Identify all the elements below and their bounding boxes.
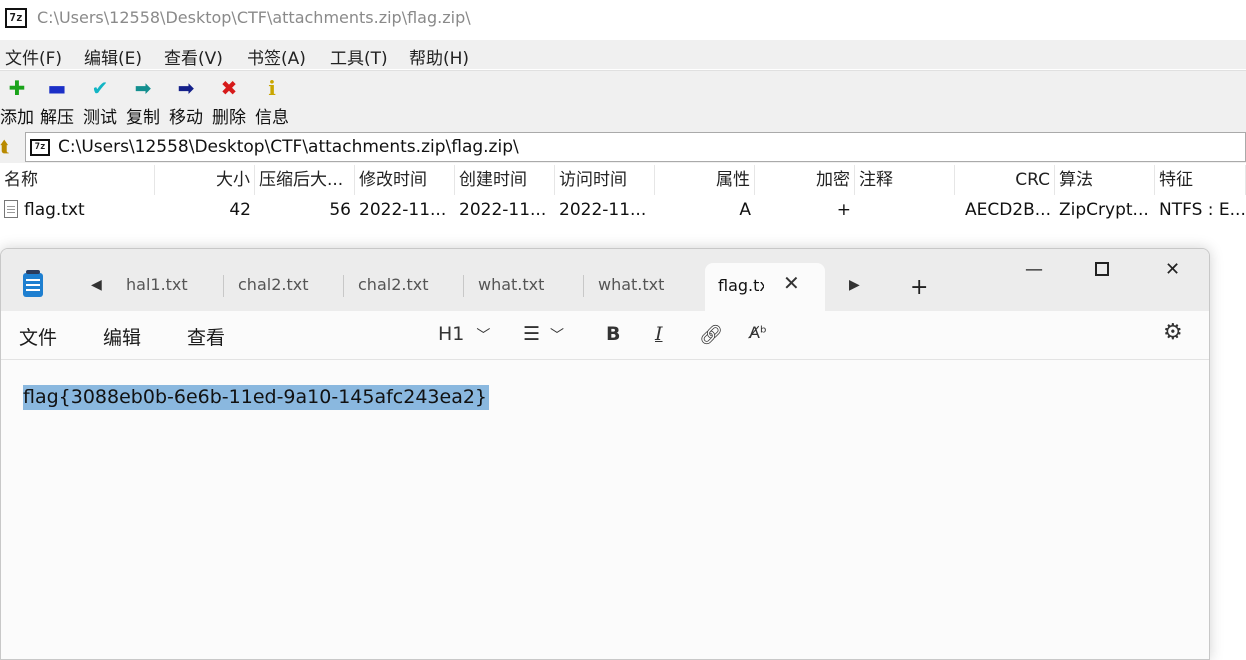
list-dropdown[interactable]: ☰ ﹀ [523, 323, 564, 345]
folder-up-icon[interactable]: ⮬ [0, 137, 10, 157]
sevenzip-logo-icon: 7z [5, 8, 27, 28]
sevenzip-address-bar: ⮬ 7z C:\Users\12558\Desktop\CTF\attachme… [0, 131, 1246, 163]
notepad-window: ◀ hal1.txt chal2.txt chal2.txt what.txt … [0, 248, 1210, 660]
extract-minus-icon: ▬ [47, 76, 67, 100]
file-name: flag.txt [24, 200, 85, 220]
delete-button[interactable]: ✖ 删除 [208, 75, 250, 131]
menu-file[interactable]: 文件(F) [5, 44, 62, 69]
tab-divider [343, 275, 344, 297]
info-label: 信息 [255, 108, 289, 128]
tab-chal2-a[interactable]: chal2.txt [238, 275, 308, 299]
chevron-down-icon: ﹀ [476, 328, 491, 344]
address-field[interactable]: 7z C:\Users\12558\Desktop\CTF\attachment… [25, 132, 1246, 162]
address-archive-icon: 7z [30, 139, 50, 156]
cell-size: 42 [229, 200, 251, 220]
new-tab-plus-icon[interactable]: + [910, 275, 928, 300]
column-modified[interactable]: 修改时间 [355, 165, 455, 195]
menu-edit[interactable]: 编辑(E) [84, 44, 142, 69]
notepad-menu-edit[interactable]: 编辑 [103, 323, 141, 350]
tab-divider [463, 275, 464, 297]
cell-created: 2022-11... [459, 200, 547, 220]
column-packed-size[interactable]: 压缩后大... [255, 165, 355, 195]
test-check-icon: ✔ [91, 76, 109, 100]
window-close-icon[interactable]: ✕ [1165, 259, 1180, 280]
column-attributes[interactable]: 属性 [655, 165, 755, 195]
column-method[interactable]: 算法 [1055, 165, 1155, 195]
column-accessed[interactable]: 访问时间 [555, 165, 655, 195]
tab-scroll-left-icon[interactable]: ◀ [91, 277, 102, 293]
notepad-app-icon [23, 270, 43, 297]
column-encrypted[interactable]: 加密 [755, 165, 855, 195]
add-plus-icon: ✚ [8, 76, 26, 100]
tab-divider [223, 275, 224, 297]
gear-icon[interactable]: ⚙ [1163, 320, 1183, 345]
tab-what-b[interactable]: what.txt [598, 275, 664, 299]
italic-button[interactable]: I [655, 323, 663, 345]
move-button[interactable]: ➡ 移动 [165, 75, 207, 131]
column-size[interactable]: 大小 [155, 165, 255, 195]
tab-hal1[interactable]: hal1.txt [126, 275, 188, 299]
cell-name: flag.txt [0, 196, 155, 224]
extract-button[interactable]: ▬ 解压 [36, 75, 78, 131]
info-icon: i [268, 76, 276, 100]
bold-button[interactable]: B [606, 323, 620, 345]
minimize-icon[interactable]: — [1025, 259, 1043, 280]
tab-chal2-b[interactable]: chal2.txt [358, 275, 428, 299]
sevenzip-menu-bar: 文件(F) 编辑(E) 查看(V) 书签(A) 工具(T) 帮助(H) [0, 40, 1246, 69]
selected-text[interactable]: flag{3088eb0b-6e6b-11ed-9a10-145afc243ea… [23, 385, 490, 410]
cell-comment [855, 196, 955, 224]
cell-crc: AECD2B... [964, 200, 1051, 220]
tab-divider [583, 275, 584, 297]
sevenzip-toolbar: ✚ 添加 ▬ 解压 ✔ 测试 ➡ 复制 ➡ 移动 ✖ 删除 i 信息 [0, 70, 1246, 131]
notepad-tab-bar: ◀ hal1.txt chal2.txt chal2.txt what.txt … [1, 249, 1209, 311]
cell-characteristics: NTFS : E... [1159, 200, 1246, 220]
menu-view[interactable]: 查看(V) [164, 44, 223, 69]
copy-button[interactable]: ➡ 复制 [122, 75, 164, 131]
test-button[interactable]: ✔ 测试 [79, 75, 121, 131]
tab-what-a[interactable]: what.txt [478, 275, 544, 299]
column-crc[interactable]: CRC [955, 165, 1055, 195]
text-file-icon [4, 200, 18, 218]
move-arrow-icon: ➡ [177, 76, 195, 100]
tab-scroll-right-icon[interactable]: ▶ [849, 277, 860, 293]
info-button[interactable]: i 信息 [251, 75, 293, 131]
address-path: C:\Users\12558\Desktop\CTF\attachments.z… [58, 137, 519, 157]
cell-method: ZipCrypt... [1059, 200, 1149, 220]
heading-dropdown[interactable]: H1 ﹀ [438, 323, 490, 345]
list-icon: ☰ [523, 323, 541, 345]
menu-bookmarks[interactable]: 书签(A) [247, 44, 306, 69]
notepad-menu-file[interactable]: 文件 [19, 323, 57, 350]
notepad-editor[interactable]: flag{3088eb0b-6e6b-11ed-9a10-145afc243ea… [1, 360, 1209, 659]
cell-attributes: A [739, 200, 751, 220]
table-row[interactable]: flag.txt 42 56 2022-11... 2022-11... 202… [0, 196, 1246, 224]
column-name[interactable]: 名称 [0, 165, 155, 195]
active-tab-label: flag.txt [718, 276, 764, 295]
sevenzip-window-title: C:\Users\12558\Desktop\CTF\attachments.z… [37, 8, 471, 27]
column-created[interactable]: 创建时间 [455, 165, 555, 195]
copy-arrow-icon: ➡ [134, 76, 152, 100]
link-icon[interactable]: 🔗︎ [699, 323, 723, 346]
cell-accessed: 2022-11... [559, 200, 647, 220]
chevron-down-icon: ﹀ [550, 328, 565, 344]
column-characteristics[interactable]: 特征 [1155, 165, 1246, 195]
cell-modified: 2022-11... [359, 200, 447, 220]
menu-help[interactable]: 帮助(H) [409, 44, 469, 69]
tab-flag-active[interactable]: flag.txt ✕ [705, 263, 825, 311]
delete-x-icon: ✖ [220, 76, 238, 100]
cell-encrypted: + [836, 200, 851, 220]
notepad-menu-view[interactable]: 查看 [187, 323, 225, 350]
notepad-menu-bar: 文件 编辑 查看 H1 ﹀ ☰ ﹀ B I 🔗︎ A̸ᵇ ⚙ [1, 311, 1209, 360]
clear-format-icon[interactable]: A̸ᵇ [749, 323, 767, 342]
sevenzip-title-bar: 7z C:\Users\12558\Desktop\CTF\attachment… [0, 0, 1246, 38]
menu-tools[interactable]: 工具(T) [330, 44, 388, 69]
column-comment[interactable]: 注释 [855, 165, 955, 195]
close-icon[interactable]: ✕ [783, 271, 800, 295]
cell-packed-size: 56 [329, 200, 351, 220]
file-list-header: 名称 大小 压缩后大... 修改时间 创建时间 访问时间 属性 加密 注释 CR… [0, 165, 1246, 195]
maximize-icon[interactable] [1095, 262, 1109, 276]
heading-value: H1 [438, 323, 465, 345]
